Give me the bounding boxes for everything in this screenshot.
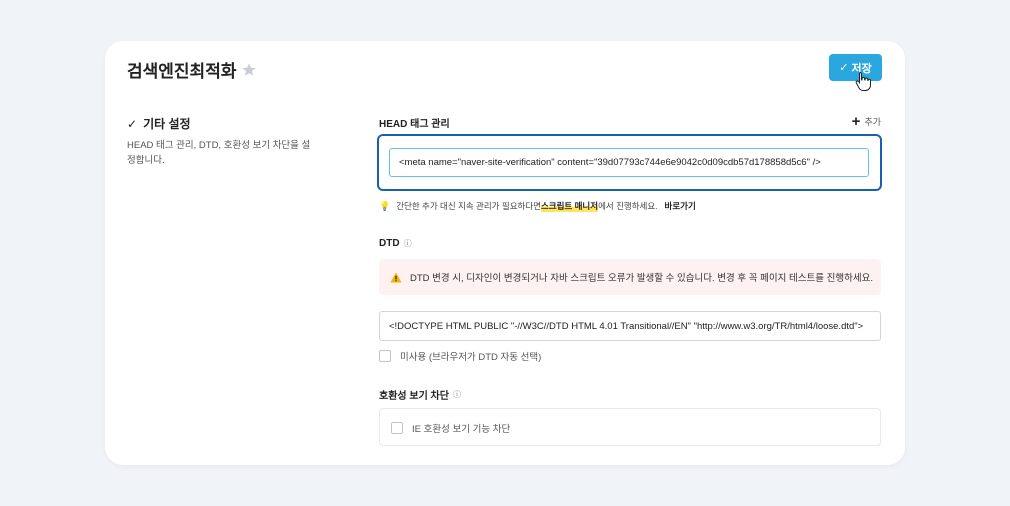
section-description: HEAD 태그 관리, DTD, 호환성 보기 차단을 설정합니다.	[127, 140, 311, 166]
tip-prefix: 간단한 추가 대신 지속 관리가 필요하다면	[396, 201, 541, 211]
dtd-input[interactable]: <!DOCTYPE HTML PUBLIC "-//W3C//DTD HTML …	[379, 311, 881, 341]
check-icon: ✓	[127, 116, 138, 131]
compat-label-text: 호환성 보기 차단	[379, 391, 449, 402]
ie-compat-option[interactable]: IE 호환성 보기 기능 차단	[391, 421, 510, 435]
plus-icon: +	[851, 113, 861, 130]
dtd-warning: DTD 변경 시, 디자인이 변경되거나 자바 스크립트 오류가 발생할 수 있…	[379, 259, 881, 295]
head-tag-input[interactable]: <meta name="naver-site-verification" con…	[389, 148, 869, 177]
star-icon[interactable]	[241, 62, 257, 78]
dtd-label: DTD ⓘ	[379, 238, 412, 249]
tip-suffix: 에서 진행하세요.	[598, 201, 658, 211]
hand-cursor-icon	[855, 71, 871, 91]
section-title-text: 기타 설정	[143, 117, 191, 131]
check-icon: ✓	[839, 62, 849, 74]
head-tag-label-text: HEAD 태그 관리	[379, 119, 450, 130]
warning-icon	[390, 272, 402, 282]
head-tag-label: HEAD 태그 관리	[379, 115, 450, 130]
ie-compat-checkbox[interactable]	[391, 422, 403, 434]
ie-compat-container: IE 호환성 보기 기능 차단	[379, 408, 881, 446]
info-icon[interactable]: ⓘ	[453, 389, 461, 400]
add-head-tag-button[interactable]: + 추가	[852, 114, 881, 129]
dtd-unused-label: 미사용 (브라우저가 DTD 자동 선택)	[400, 352, 542, 363]
dtd-warning-text: DTD 변경 시, 디자인이 변경되거나 자바 스크립트 오류가 발생할 수 있…	[410, 273, 873, 284]
shortcut-link[interactable]: 바로가기	[665, 200, 696, 212]
dtd-label-text: DTD	[379, 238, 400, 249]
lightbulb-icon: 💡	[379, 200, 391, 211]
seo-settings-card: 검색엔진최적화 ✓ 저장 ✓ 기타 설정 HEAD 태그 관리, DTD, 호환…	[105, 41, 905, 465]
script-manager-highlight: 스크립트 매니저	[540, 200, 599, 212]
head-tag-container: <meta name="naver-site-verification" con…	[377, 134, 882, 191]
dtd-unused-option[interactable]: 미사용 (브라우저가 DTD 자동 선택)	[379, 349, 541, 363]
page-title: 검색엔진최적화	[127, 57, 257, 82]
page-title-text: 검색엔진최적화	[127, 62, 237, 81]
section-title-other-settings: ✓ 기타 설정	[127, 115, 191, 132]
compat-label: 호환성 보기 차단 ⓘ	[379, 387, 461, 402]
info-icon[interactable]: ⓘ	[404, 238, 412, 249]
dtd-unused-checkbox[interactable]	[379, 350, 391, 362]
add-label: 추가	[864, 117, 881, 127]
script-manager-tip: 💡 간단한 추가 대신 지속 관리가 필요하다면 스크립트 매니저 에서 진행하…	[379, 200, 696, 212]
ie-compat-label: IE 호환성 보기 기능 차단	[412, 424, 511, 435]
